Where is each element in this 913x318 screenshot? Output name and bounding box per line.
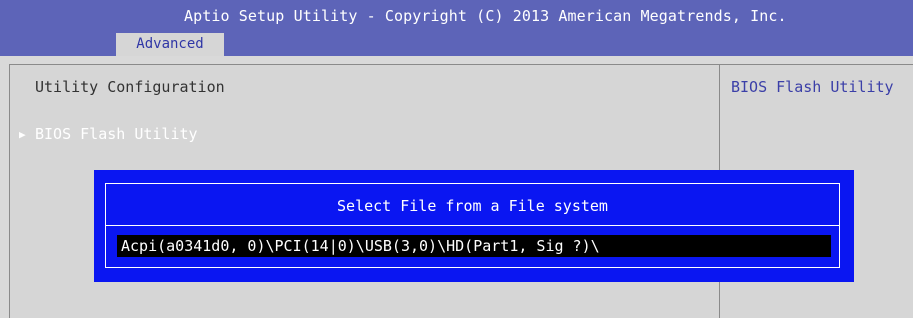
file-path-value[interactable]: Acpi(a0341d0, 0)\PCI(14|0)\USB(3,0)\HD(P… xyxy=(121,237,600,255)
dialog-title-divider xyxy=(105,225,840,226)
help-text: BIOS Flash Utility xyxy=(731,78,894,96)
section-title: Utility Configuration xyxy=(35,78,225,96)
dialog-title: Select File from a File system xyxy=(337,197,608,215)
tab-advanced[interactable]: Advanced xyxy=(116,33,224,56)
header-title: Aptio Setup Utility - Copyright (C) 2013… xyxy=(184,7,787,25)
triangle-right-icon: ▶ xyxy=(19,128,26,141)
menu-item-bios-flash-utility[interactable]: BIOS Flash Utility xyxy=(35,125,198,143)
header-bar: Aptio Setup Utility - Copyright (C) 2013… xyxy=(0,0,913,56)
bios-screen: Aptio Setup Utility - Copyright (C) 2013… xyxy=(0,0,913,318)
